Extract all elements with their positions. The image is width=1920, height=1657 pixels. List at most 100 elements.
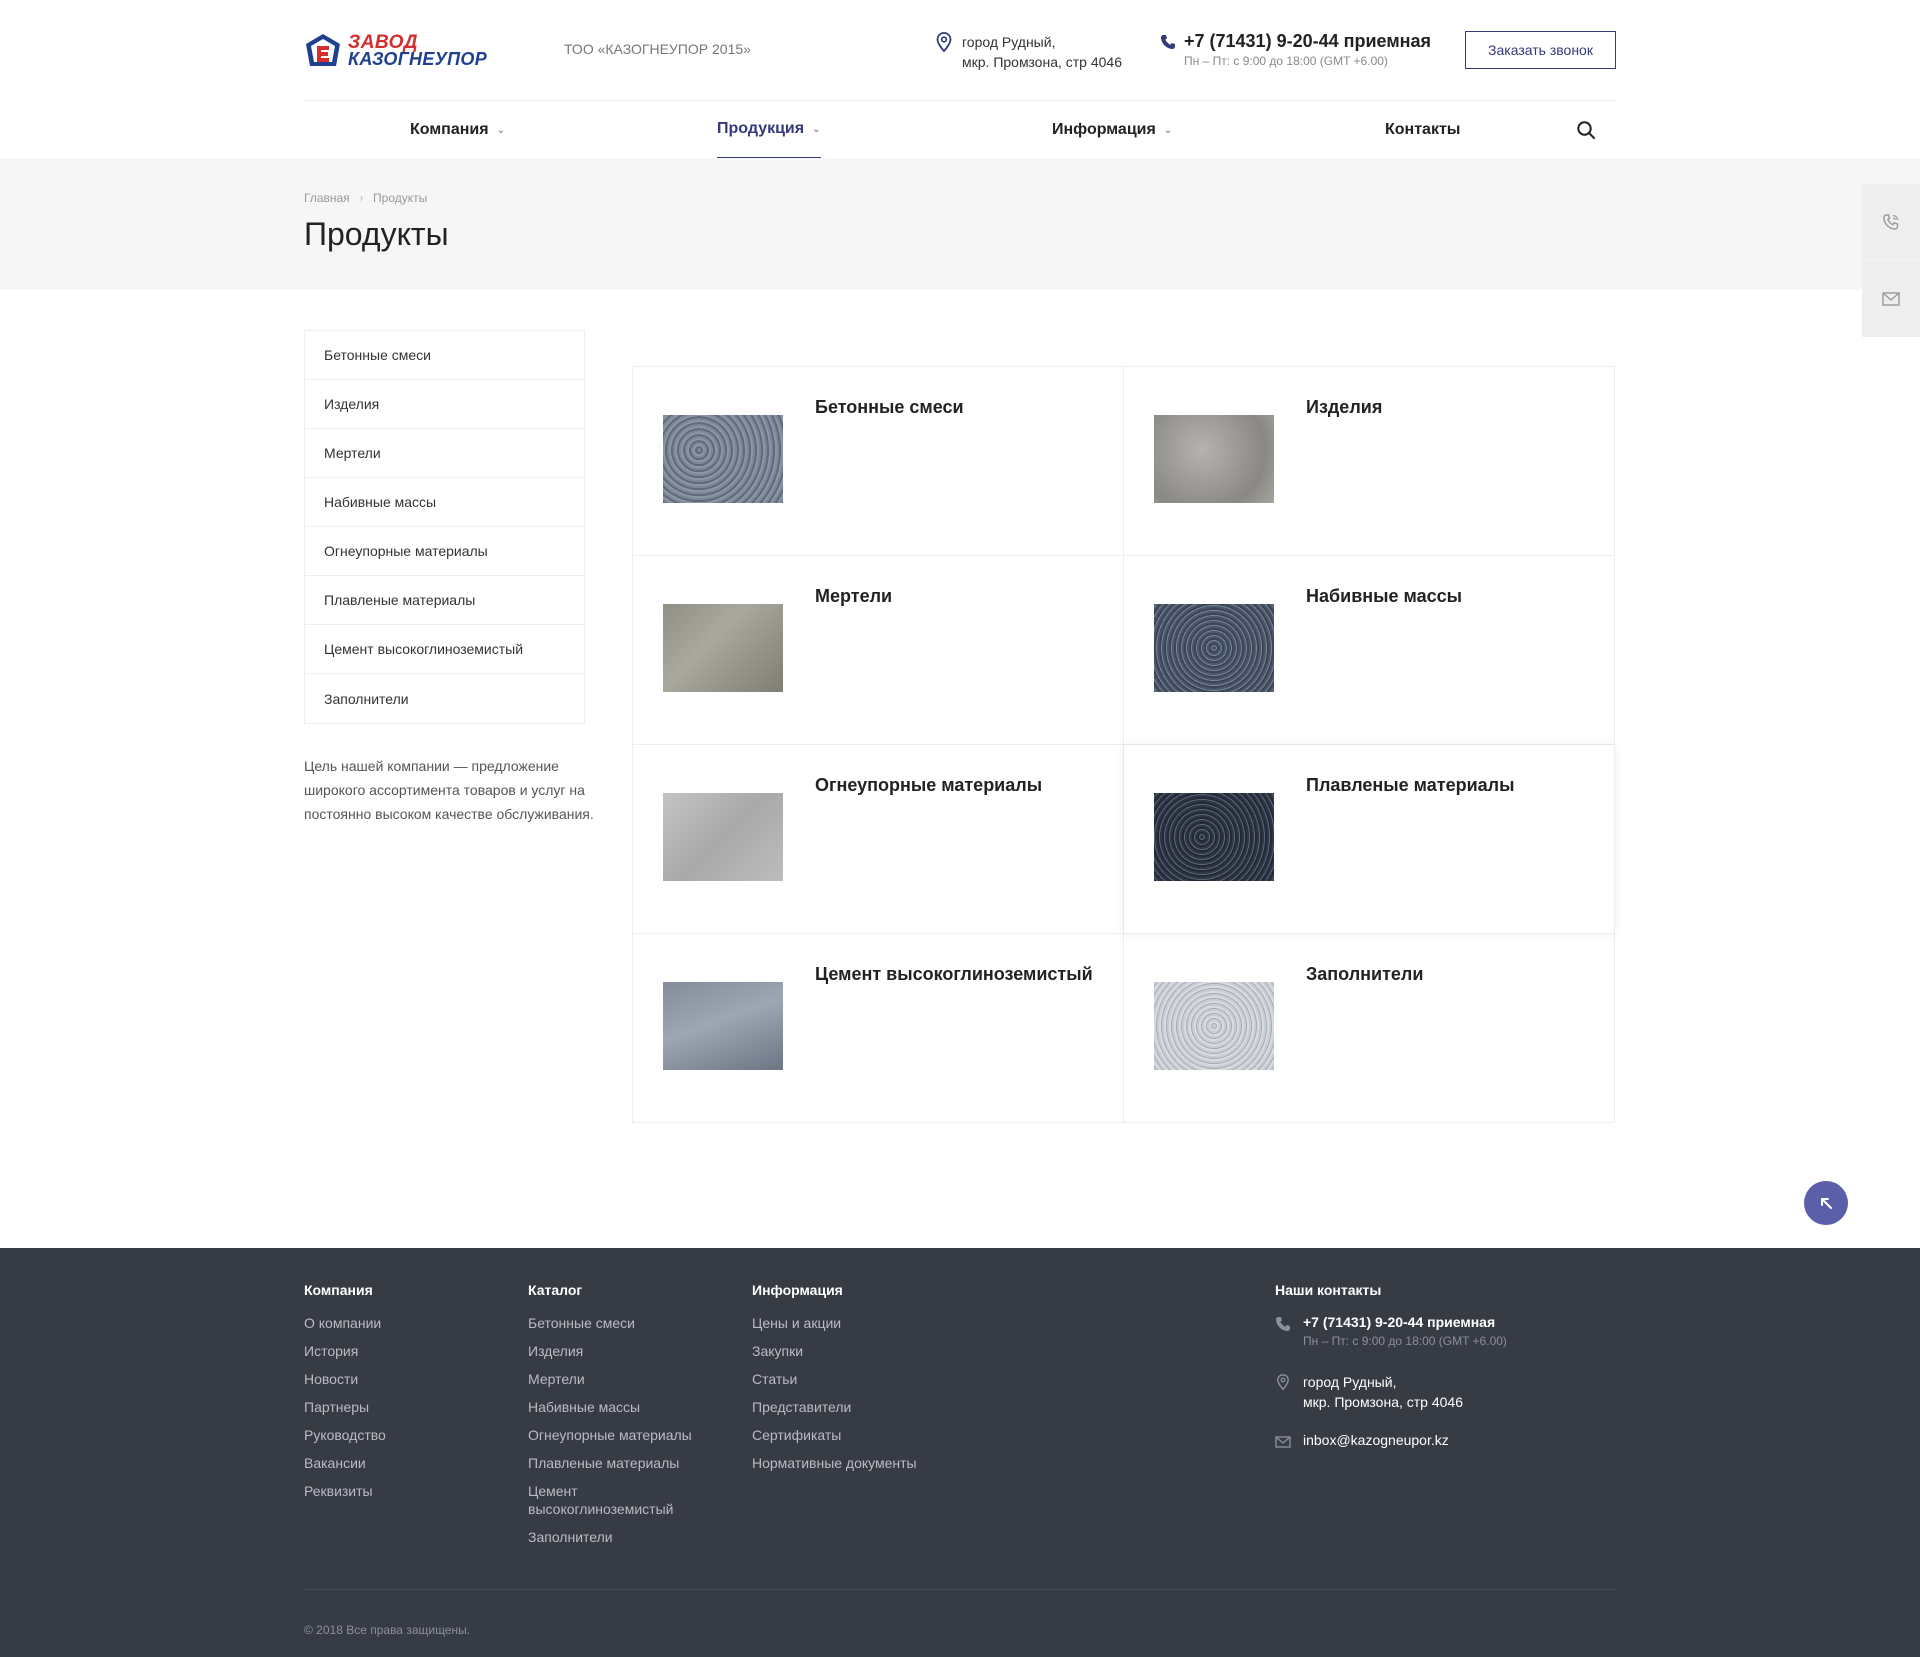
product-card[interactable]: Набивные массы: [1124, 556, 1615, 745]
nav-item-products[interactable]: Продукция ⌄: [717, 101, 821, 159]
footer-link[interactable]: Партнеры: [304, 1398, 386, 1416]
product-card[interactable]: Цемент высокоглиноземистый: [633, 934, 1124, 1123]
logo[interactable]: ЗАВОД КАЗОГНЕУПОР: [304, 30, 500, 72]
header: ЗАВОД КАЗОГНЕУПОР ТОО «КАЗОГНЕУПОР 2015»…: [304, 0, 1616, 100]
footer-link[interactable]: Изделия: [528, 1342, 718, 1360]
footer-link[interactable]: Новости: [304, 1370, 386, 1388]
sidebar-item-high-alumina-cement[interactable]: Цемент высокоглиноземистый: [305, 625, 584, 674]
header-phone-number[interactable]: +7 (71431) 9-20-44 приемная: [1184, 30, 1431, 52]
nav-item-company[interactable]: Компания ⌄: [410, 101, 505, 159]
phone-icon: [1276, 1317, 1290, 1331]
footer-link[interactable]: История: [304, 1342, 386, 1360]
callback-button[interactable]: Заказать звонок: [1465, 31, 1616, 69]
product-image[interactable]: [663, 415, 783, 503]
footer-link[interactable]: Набивные массы: [528, 1398, 718, 1416]
footer-link[interactable]: О компании: [304, 1314, 386, 1332]
mail-icon: [1275, 1436, 1291, 1448]
nav-item-label: Информация: [1052, 121, 1156, 138]
product-title[interactable]: Изделия: [1306, 397, 1382, 418]
footer: Компания О компании История Новости Парт…: [0, 1248, 1920, 1657]
nav-item-label: Контакты: [1385, 121, 1461, 138]
nav-item-information[interactable]: Информация ⌄: [1052, 101, 1172, 159]
footer-heading: Компания: [304, 1282, 373, 1298]
search-icon: [1577, 121, 1595, 139]
sidebar-item-concrete-mixes[interactable]: Бетонные смеси: [305, 331, 584, 380]
product-image[interactable]: [1154, 793, 1274, 881]
header-address: город Рудный, мкр. Промзона, стр 4046: [936, 32, 1122, 72]
footer-link[interactable]: Статьи: [752, 1370, 917, 1388]
product-title[interactable]: Цемент высокоглиноземистый: [815, 964, 1093, 985]
logo-text: ЗАВОД КАЗОГНЕУПОР: [348, 33, 487, 68]
footer-divider: [304, 1589, 1616, 1590]
chevron-down-icon: ⌄: [1163, 124, 1173, 136]
product-card[interactable]: Изделия: [1124, 367, 1615, 556]
product-image[interactable]: [1154, 604, 1274, 692]
breadcrumb-home[interactable]: Главная: [304, 191, 350, 205]
footer-link[interactable]: Плавленые материалы: [528, 1454, 718, 1472]
sidebar-item-products[interactable]: Изделия: [305, 380, 584, 429]
nav-item-label: Продукция: [717, 120, 805, 137]
footer-phone[interactable]: +7 (71431) 9-20-44 приемная: [1303, 1314, 1507, 1330]
product-title[interactable]: Огнеупорные материалы: [815, 775, 1042, 796]
footer-link[interactable]: Заполнители: [528, 1528, 718, 1546]
copyright: © 2018 Все права защищены.: [304, 1623, 471, 1637]
footer-link[interactable]: Цены и акции: [752, 1314, 917, 1332]
chevron-down-icon: ⌄: [812, 123, 821, 135]
footer-heading: Информация: [752, 1282, 843, 1298]
product-card[interactable]: Плавленые материалы: [1124, 745, 1615, 934]
header-work-hours: Пн – Пт: с 9:00 до 18:00 (GMT +6.00): [1184, 54, 1388, 68]
product-image[interactable]: [663, 793, 783, 881]
sidebar-item-refractory-materials[interactable]: Огнеупорные материалы: [305, 527, 584, 576]
header-address-line1: город Рудный,: [962, 34, 1056, 50]
product-card[interactable]: Бетонные смеси: [633, 367, 1124, 556]
product-title[interactable]: Плавленые материалы: [1306, 775, 1514, 796]
product-image[interactable]: [663, 604, 783, 692]
product-card[interactable]: Мертели: [633, 556, 1124, 745]
footer-link[interactable]: Нормативные документы: [752, 1454, 917, 1472]
header-address-line2: мкр. Промзона, стр 4046: [962, 54, 1122, 70]
footer-link[interactable]: Сертификаты: [752, 1426, 917, 1444]
footer-address-line1: город Рудный,: [1303, 1374, 1397, 1390]
sidebar-item-mortars[interactable]: Мертели: [305, 429, 584, 478]
footer-link[interactable]: Вакансии: [304, 1454, 386, 1472]
breadcrumb-current: Продукты: [373, 191, 428, 205]
sidebar-item-ramming-masses[interactable]: Набивные массы: [305, 478, 584, 527]
footer-address-row: город Рудный, мкр. Промзона, стр 4046: [1275, 1372, 1507, 1412]
product-title[interactable]: Набивные массы: [1306, 586, 1462, 607]
footer-link[interactable]: Руководство: [304, 1426, 386, 1444]
product-card[interactable]: Заполнители: [1124, 934, 1615, 1123]
side-callback-widget[interactable]: [1862, 184, 1920, 260]
scroll-to-top-button[interactable]: [1804, 1181, 1848, 1225]
footer-work-hours: Пн – Пт: с 9:00 до 18:00 (GMT +6.00): [1303, 1334, 1507, 1348]
footer-link[interactable]: Реквизиты: [304, 1482, 386, 1500]
breadcrumb-separator: ›: [359, 192, 364, 204]
side-email-widget[interactable]: [1862, 261, 1920, 337]
nav-item-contacts[interactable]: Контакты: [1385, 101, 1460, 159]
sidebar-item-fused-materials[interactable]: Плавленые материалы: [305, 576, 584, 625]
footer-link[interactable]: Мертели: [528, 1370, 718, 1388]
footer-contacts-column: Наши контакты +7 (71431) 9-20-44 приемна…: [1275, 1282, 1507, 1468]
sidebar-item-fillers[interactable]: Заполнители: [305, 674, 584, 723]
search-button[interactable]: [1576, 120, 1596, 140]
nav-item-label: Компания: [410, 121, 489, 138]
footer-link[interactable]: Огнеупорные материалы: [528, 1426, 718, 1444]
product-image[interactable]: [1154, 982, 1274, 1070]
location-pin-icon: [1277, 1374, 1289, 1390]
product-image[interactable]: [663, 982, 783, 1070]
footer-link[interactable]: Представители: [752, 1398, 917, 1416]
footer-address-line2: мкр. Промзона, стр 4046: [1303, 1394, 1463, 1410]
footer-link[interactable]: Цемент высокоглиноземистый: [528, 1482, 698, 1518]
logo-icon: [306, 34, 340, 66]
footer-link[interactable]: Закупки: [752, 1342, 917, 1360]
chevron-down-icon: ⌄: [496, 124, 505, 136]
footer-link[interactable]: Бетонные смеси: [528, 1314, 718, 1332]
product-title[interactable]: Заполнители: [1306, 964, 1423, 985]
phone-call-icon: [1883, 214, 1899, 230]
product-title[interactable]: Бетонные смеси: [815, 397, 964, 418]
product-title[interactable]: Мертели: [815, 586, 892, 607]
footer-email[interactable]: inbox@kazogneupor.kz: [1303, 1432, 1449, 1450]
footer-company-column: Компания О компании История Новости Парт…: [304, 1282, 386, 1510]
product-card[interactable]: Огнеупорные материалы: [633, 745, 1124, 934]
footer-catalog-column: Каталог Бетонные смеси Изделия Мертели Н…: [528, 1282, 718, 1556]
product-image[interactable]: [1154, 415, 1274, 503]
